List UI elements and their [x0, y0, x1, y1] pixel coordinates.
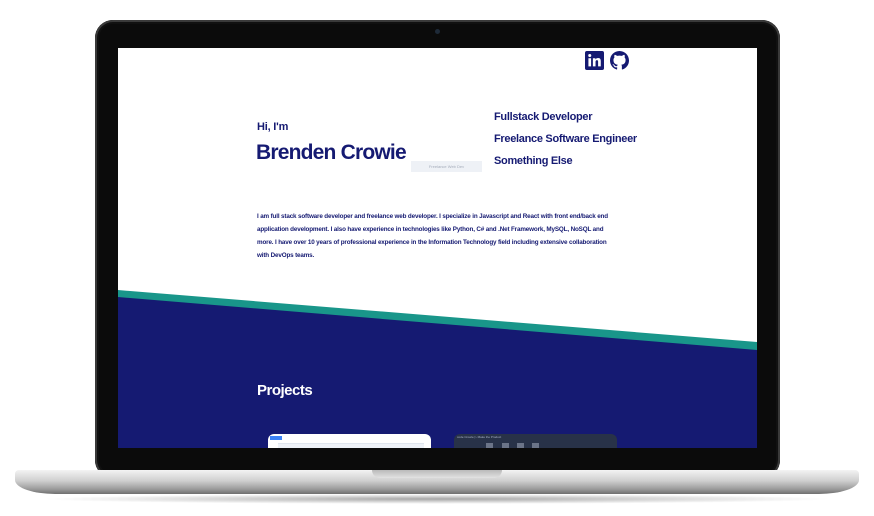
role-list: Fullstack Developer Freelance Software E… [494, 110, 637, 176]
project-card-navbar [278, 443, 424, 448]
projects-heading: Projects [257, 382, 313, 399]
laptop-camera [435, 29, 440, 34]
github-icon[interactable] [610, 51, 629, 70]
project-card[interactable]: code Crowie ▷ Make the Product [454, 434, 617, 448]
project-thumbnail-block [502, 443, 509, 448]
laptop-shadow [40, 494, 834, 504]
bio-paragraph: I am full stack software developer and f… [257, 213, 608, 259]
role-item: Freelance Software Engineer [494, 133, 637, 145]
project-thumbnail-block [486, 443, 493, 448]
project-thumbnail-block [517, 443, 524, 448]
role-item: Fullstack Developer [494, 111, 593, 123]
project-card-chip [270, 436, 282, 440]
laptop-screen: Hi, I'm Brenden Crowie Freelance Web Dev… [118, 48, 757, 448]
hero-name: Brenden Crowie [256, 141, 407, 164]
role-item: Something Else [494, 155, 573, 167]
social-links [585, 51, 629, 70]
linkedin-icon[interactable] [585, 51, 604, 70]
project-thumbnail-block [532, 443, 539, 448]
faint-label: Freelance Web Dev [411, 161, 482, 172]
project-card[interactable] [268, 434, 431, 448]
greeting-text: Hi, I'm [257, 121, 289, 133]
laptop-notch [372, 470, 502, 478]
project-card-label: code Crowie ▷ Make the Product [457, 435, 502, 439]
